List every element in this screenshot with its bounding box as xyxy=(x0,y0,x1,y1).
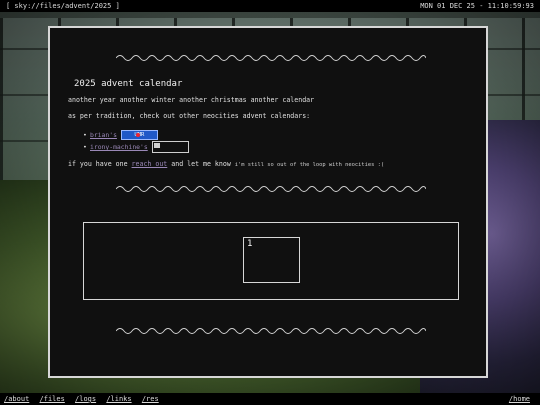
decorative-wave-middle xyxy=(116,186,426,192)
nav-res[interactable]: /res xyxy=(142,395,159,403)
clock-label: MON 01 DEC 25 - 11:10:59:93 xyxy=(420,2,534,10)
nav-about[interactable]: /about xyxy=(4,395,29,403)
list-item: irony-machine's xyxy=(83,141,189,153)
reach-out-line: if you have one reach out and let me kno… xyxy=(68,160,385,168)
page-title: 2025 advent calendar xyxy=(74,79,183,89)
nav-files[interactable]: /files xyxy=(40,395,65,403)
intro-line: another year another winter another chri… xyxy=(68,96,315,104)
calendar-links-list: brian's UMR irony-machine's xyxy=(83,129,189,153)
reach-out-note: i'm still so out of the loop with neocit… xyxy=(234,162,385,168)
nav-left: /about /files /logs /links /res xyxy=(4,393,165,405)
list-item: brian's UMR xyxy=(83,129,189,141)
nav-home[interactable]: /home xyxy=(509,395,530,403)
nav-logs[interactable]: /logs xyxy=(75,395,96,403)
decorative-wave-bottom xyxy=(116,328,426,334)
badge-dot xyxy=(135,133,140,137)
advent-calendar: 1 xyxy=(83,222,459,300)
decorative-wave-top xyxy=(116,55,426,61)
tradition-line: as per tradition, check out other neocit… xyxy=(68,112,311,120)
nav-right: /home xyxy=(509,393,536,405)
reach-out-link[interactable]: reach out xyxy=(132,160,168,168)
broken-image-icon xyxy=(153,143,160,148)
bottom-nav: /about /files /logs /links /res /home xyxy=(0,393,540,405)
calendar-day-1[interactable]: 1 xyxy=(243,237,300,283)
broken-image-badge[interactable] xyxy=(151,141,189,153)
top-bar: [ sky://files/advent/2025 ] MON 01 DEC 2… xyxy=(0,0,540,12)
main-panel: 2025 advent calendar another year anothe… xyxy=(48,26,488,378)
irony-machine-link[interactable]: irony-machine's xyxy=(90,143,148,151)
brians-badge[interactable]: UMR xyxy=(120,130,158,140)
brians-link[interactable]: brian's xyxy=(90,131,117,139)
path-label: [ sky://files/advent/2025 ] xyxy=(6,2,120,10)
nav-links[interactable]: /links xyxy=(106,395,131,403)
day-number: 1 xyxy=(247,239,253,249)
